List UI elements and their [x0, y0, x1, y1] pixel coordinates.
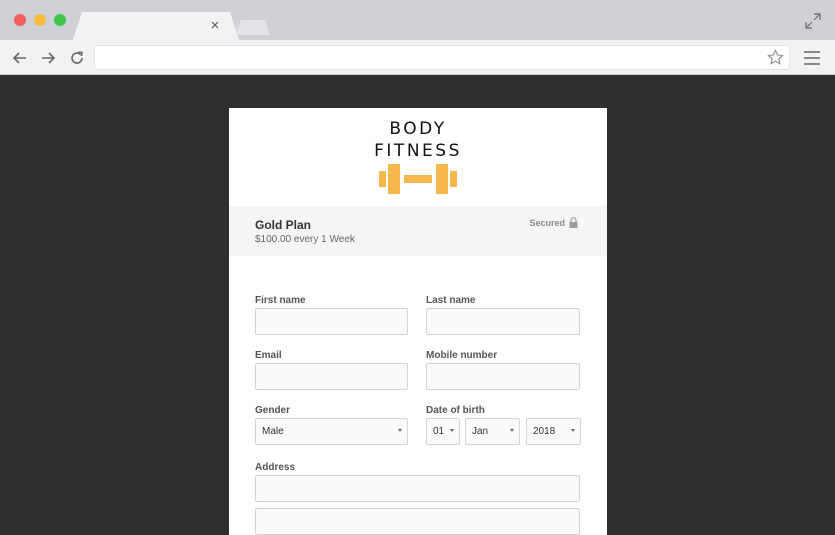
last-name-label: Last name — [426, 295, 476, 306]
dob-day-value: 01 — [433, 426, 445, 437]
browser-toolbar — [0, 40, 835, 75]
browser-chrome: × — [0, 0, 835, 75]
minimize-window-button[interactable] — [34, 14, 46, 26]
maximize-window-button[interactable] — [54, 14, 66, 26]
brand-line-2: FITNESS — [374, 141, 462, 161]
forward-arrow-icon[interactable] — [39, 49, 57, 67]
gender-label: Gender — [255, 405, 291, 416]
gender-select[interactable]: Male — [255, 418, 408, 445]
mobile-input[interactable] — [426, 363, 580, 390]
last-name-input[interactable] — [426, 308, 580, 335]
caret-down-icon — [398, 429, 402, 432]
first-name-input[interactable] — [255, 308, 408, 335]
lock-icon — [569, 217, 578, 228]
plan-price: $100.00 every 1 Week — [255, 234, 355, 245]
plan-summary: Gold Plan $100.00 every 1 Week Secured — [229, 206, 607, 256]
secured-label: Secured — [529, 218, 565, 228]
mobile-label: Mobile number — [426, 350, 498, 361]
dumbbell-icon — [379, 164, 457, 194]
address-label: Address — [255, 462, 296, 473]
brand-logo: BODY FITNESS — [229, 118, 607, 162]
caret-down-icon — [450, 429, 454, 432]
back-arrow-icon[interactable] — [11, 49, 29, 67]
address-line-2-input[interactable] — [255, 508, 580, 535]
address-bar[interactable] — [94, 45, 790, 70]
bookmark-star-icon[interactable] — [767, 49, 784, 66]
dob-year-select[interactable]: 2018 — [526, 418, 581, 445]
tab-close-icon[interactable]: × — [208, 18, 222, 34]
tab-strip: × — [0, 0, 835, 42]
brand-line-1: BODY — [389, 119, 447, 139]
dob-label: Date of birth — [426, 405, 485, 416]
checkout-card: BODY FITNESS Gold Plan $100.00 every 1 W… — [229, 108, 607, 535]
close-window-button[interactable] — [14, 14, 26, 26]
dob-month-select[interactable]: Jan — [465, 418, 520, 445]
first-name-label: First name — [255, 295, 306, 306]
gender-value: Male — [262, 426, 284, 437]
dob-year-value: 2018 — [533, 426, 556, 437]
address-line-1-input[interactable] — [255, 475, 580, 502]
email-label: Email — [255, 350, 282, 361]
email-input[interactable] — [255, 363, 408, 390]
new-tab-button[interactable] — [236, 20, 270, 35]
dob-day-select[interactable]: 01 — [426, 418, 460, 445]
caret-down-icon — [510, 429, 514, 432]
plan-name: Gold Plan — [255, 218, 312, 232]
reload-icon[interactable] — [68, 49, 86, 67]
fullscreen-icon[interactable] — [804, 12, 822, 30]
dob-month-value: Jan — [472, 426, 489, 437]
hamburger-menu-icon[interactable] — [803, 50, 821, 66]
caret-down-icon — [571, 429, 575, 432]
